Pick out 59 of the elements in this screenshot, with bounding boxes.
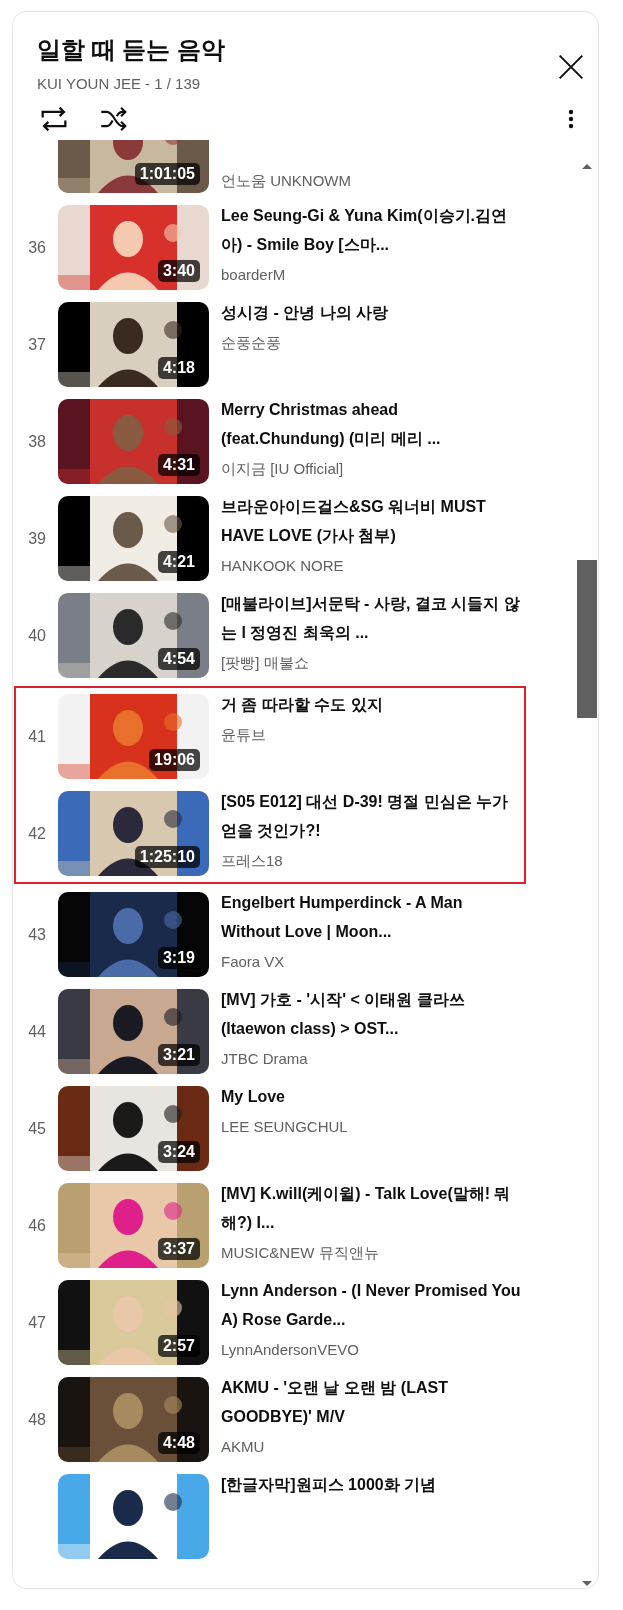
duration-badge: 3:37	[157, 1238, 200, 1260]
duration-badge: 19:06	[149, 749, 200, 771]
channel-name: LynnAndersonVEVO	[221, 1340, 360, 1360]
item-number: 38	[28, 432, 46, 451]
playlist-title: 일할 때 듣는 음악	[37, 35, 226, 65]
scroll-up-icon[interactable]	[581, 162, 593, 170]
video-title[interactable]: 거 좀 따라할 수도 있지	[221, 690, 523, 719]
video-title[interactable]: [MV] 가호 - '시작' < 이태원 클라쓰(Itaewon class) > OST...	[221, 985, 523, 1043]
duration-badge: 4:31	[157, 454, 200, 476]
item-number: 44	[28, 1022, 46, 1041]
duration-badge: 3:19	[157, 947, 200, 969]
video-title[interactable]: [한글자막]원피스 1000화 기념	[221, 1470, 523, 1499]
duration-badge: 1:25:10	[134, 846, 200, 868]
video-title[interactable]: 브라운아이드걸스&SG 워너비 MUST HAVE LOVE (가사 첨부)	[221, 492, 523, 550]
duration-badge: 4:54	[157, 648, 200, 670]
video-title[interactable]: 성시경 - 안녕 나의 사랑	[221, 298, 523, 327]
channel-name: [팟빵] 매불쇼	[221, 653, 310, 673]
channel-name: HANKOOK NORE	[221, 556, 345, 576]
item-number: 40	[28, 626, 46, 645]
video-title[interactable]: [MV] K.will(케이윌) - Talk Love(말해! 뭐해?) I...	[221, 1179, 523, 1237]
channel-name: 프레스18	[221, 851, 284, 871]
channel-name: boarderM	[221, 265, 287, 285]
item-number: 41	[28, 727, 46, 746]
item-number: 45	[28, 1119, 46, 1138]
more-icon[interactable]	[568, 107, 574, 131]
video-title[interactable]: Lee Seung-Gi & Yuna Kim(이승기.김연아) - Smile Boy [스마...	[221, 201, 523, 259]
duration-badge: 4:48	[157, 1432, 200, 1454]
item-number: 36	[28, 238, 46, 257]
video-title[interactable]: Lynn Anderson - (I Never Promised You A) Rose Garde...	[221, 1276, 523, 1334]
video-title[interactable]: Merry Christmas ahead (feat.Chundung) (미리 메리 ...	[221, 395, 523, 453]
video-title[interactable]: [매불라이브]서문탁 - 사랑, 결코 시들지 않는 l 정영진 최욱의 ...	[221, 589, 523, 647]
channel-name: 언노움 UNKNOWM	[221, 171, 352, 191]
video-title[interactable]: My Love	[221, 1082, 523, 1111]
scrollbar-thumb[interactable]	[577, 560, 597, 718]
duration-badge: 1:01:05	[134, 163, 200, 185]
video-title[interactable]: AKMU - '오랜 날 오랜 밤 (LAST GOODBYE)' M/V	[221, 1373, 523, 1431]
duration-badge: 3:24	[157, 1141, 200, 1163]
channel-name: LEE SEUNGCHUL	[221, 1117, 349, 1137]
channel-name: JTBC Drama	[221, 1049, 309, 1069]
item-number: 37	[28, 335, 46, 354]
channel-name: 윤튜브	[221, 725, 267, 745]
video-title[interactable]: Engelbert Humperdinck - A Man Without Love | Moon...	[221, 888, 523, 946]
item-number: 39	[28, 529, 46, 548]
channel-name: MUSIC&NEW 뮤직앤뉴	[221, 1243, 380, 1263]
video-title[interactable]: [S05 E012] 대선 D-39! 명절 민심은 누가 얻을 것인가?!	[221, 787, 523, 845]
channel-name: Faora VX	[221, 952, 286, 972]
item-number: 42	[28, 824, 46, 843]
channel-name: 이지금 [IU Official]	[221, 459, 345, 479]
item-number: 48	[28, 1410, 46, 1429]
channel-name: AKMU	[221, 1437, 266, 1457]
duration-badge: 3:40	[157, 260, 200, 282]
duration-badge: 3:21	[157, 1044, 200, 1066]
channel-name: 순풍순풍	[221, 333, 282, 353]
item-number: 46	[28, 1216, 46, 1235]
duration-badge: 2:57	[157, 1335, 200, 1357]
item-number: 43	[28, 925, 46, 944]
item-number: 47	[28, 1313, 46, 1332]
scroll-down-icon[interactable]	[581, 1580, 593, 1588]
playlist-owner: KUI YOUN JEE - 1 / 139	[37, 75, 202, 92]
